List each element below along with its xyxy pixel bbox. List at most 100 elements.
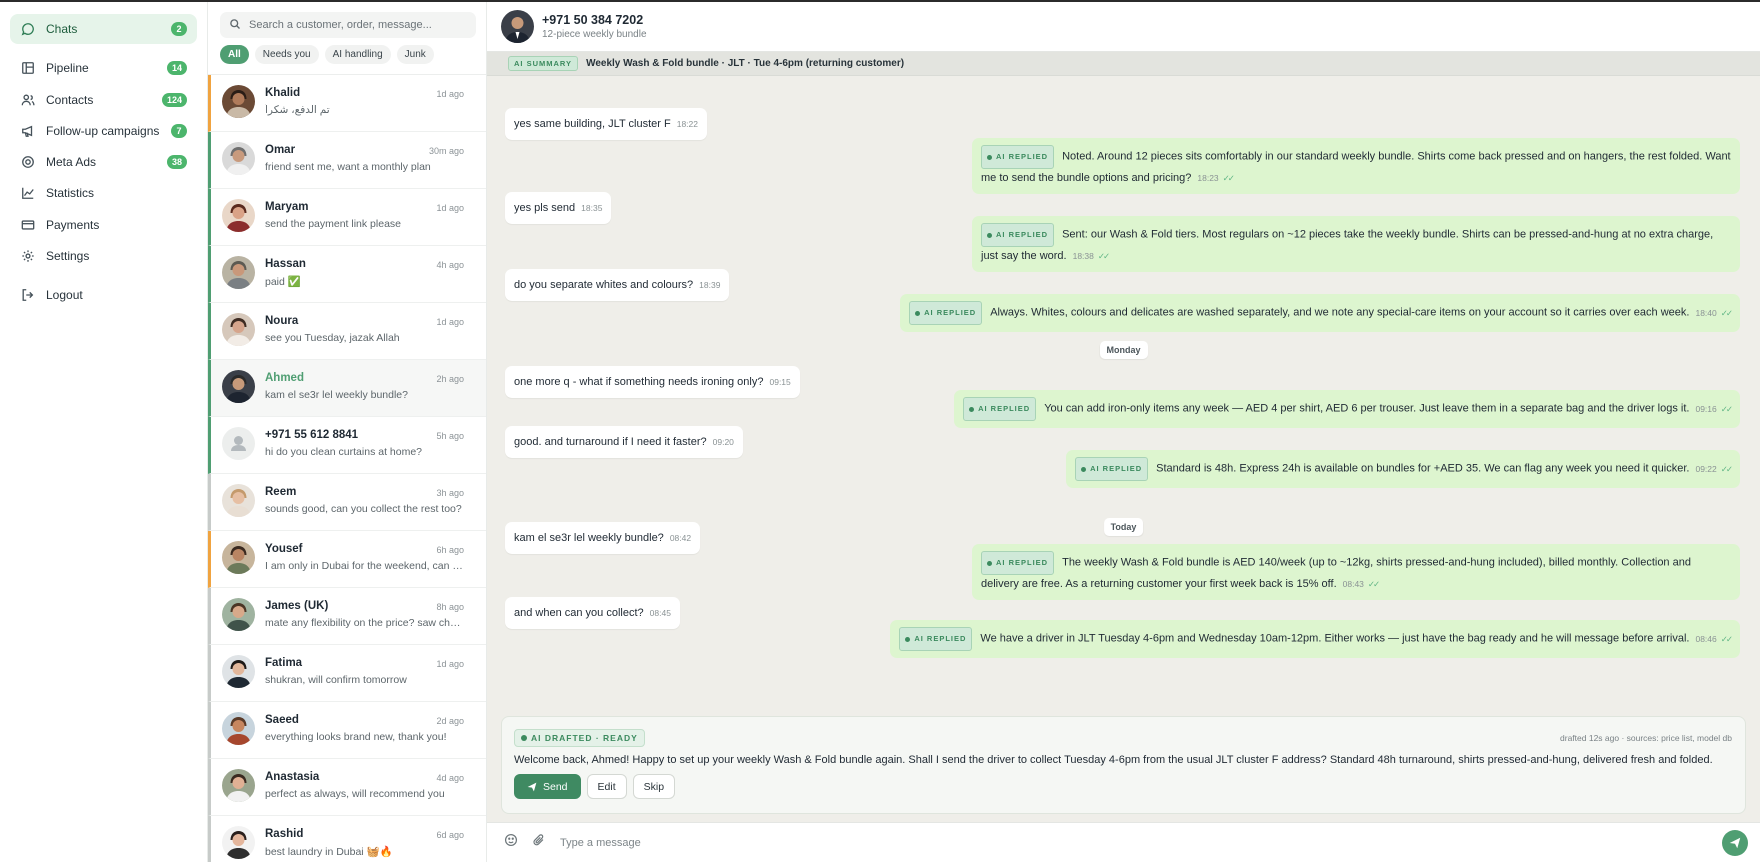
search-input[interactable]: Search a customer, order, message... <box>220 12 476 38</box>
message-time: 08:42 <box>669 533 692 543</box>
chat-list-item[interactable]: Rashid best laundry in Dubai 🧺🔥 6d ago <box>208 816 486 862</box>
filter-chip-junk[interactable]: Junk <box>396 45 434 64</box>
message-text: The weekly Wash & Fold bundle is AED 140… <box>981 556 1691 591</box>
sidebar-item-label: Chats <box>46 22 78 36</box>
ai-replied-label: AI REPLIED <box>996 558 1049 567</box>
avatar <box>222 598 255 631</box>
chat-list-item[interactable]: Yousef I am only in Dubai for the weekend… <box>208 531 486 588</box>
emoji-icon[interactable] <box>504 833 518 852</box>
ai-reply-message: AI REPLIED Always. Whites, colours and de… <box>900 294 1740 332</box>
ai-draft-actions: Send Edit Skip <box>514 774 1733 799</box>
chat-list-item[interactable]: Noura see you Tuesday, jazak Allah 1d ago <box>208 303 486 360</box>
chat-name: Rashid <box>265 828 304 840</box>
chat-list-item[interactable]: Ahmed kam el se3r lel weekly bundle? 2h ag… <box>208 360 486 417</box>
send-label: Send <box>543 780 568 793</box>
status-dot-icon <box>969 406 975 412</box>
chat-list-item[interactable]: Khalid تم الدفع، شكراً 1d ago <box>208 75 486 132</box>
chat-list-item[interactable]: +971 55 612 8841 hi do you clean curtains… <box>208 417 486 474</box>
chat-meta: Ahmed kam el se3r lel weekly bundle? <box>265 370 464 416</box>
chat-preview: sounds good, can you collect the rest to… <box>265 503 462 515</box>
chat-name: Maryam <box>265 201 309 213</box>
ai-draft-text: Welcome back, Ahmed! Happy to set up you… <box>514 754 1713 766</box>
edit-draft-button[interactable]: Edit <box>586 774 627 799</box>
chat-list-item[interactable]: Fatima shukran, will confirm tomorrow 1d a… <box>208 645 486 702</box>
chat-preview: تم الدفع، شكراً <box>265 104 330 116</box>
avatar <box>222 427 255 460</box>
chat-list-item[interactable]: Saeed everything looks brand new, thank y… <box>208 702 486 759</box>
target-icon <box>20 154 36 170</box>
ai-reply-message: AI REPLIED Noted. Around 12 pieces sits c… <box>972 138 1740 194</box>
chat-meta: Hassan paid ✅ <box>265 256 464 302</box>
filter-chip-needs-you[interactable]: Needs you <box>254 45 319 64</box>
double-check-icon: ✓✓ <box>1720 307 1733 318</box>
contact-subtitle: 12-piece weekly bundle <box>542 29 647 40</box>
skip-draft-button[interactable]: Skip <box>632 774 676 799</box>
send-draft-button[interactable]: Send <box>514 774 581 799</box>
ai-replied-label: AI REPLIED <box>1090 464 1143 473</box>
status-dot-icon <box>1081 466 1087 472</box>
attachment-icon[interactable] <box>532 833 546 852</box>
ai-replied-label: AI REPLIED <box>924 308 977 317</box>
double-check-icon: ✓✓ <box>1720 633 1733 644</box>
message-text: We have a driver in JLT Tuesday 4-6pm an… <box>980 632 1690 645</box>
sidebar-item-settings[interactable]: Settings <box>10 241 197 271</box>
chat-meta: Reem sounds good, can you collect the res… <box>265 484 464 530</box>
message-text: Standard is 48h. Express 24h is availabl… <box>1156 462 1690 475</box>
sidebar-item-label: Payments <box>46 217 100 232</box>
chat-list-item[interactable]: Reem sounds good, can you collect the res… <box>208 474 486 531</box>
message-time: 09:22 <box>1695 463 1717 474</box>
users-icon <box>20 92 36 108</box>
chat-name: Anastasia <box>265 771 320 783</box>
message-input[interactable]: Type a message <box>560 837 1722 849</box>
chat-meta: +971 55 612 8841 hi do you clean curtains… <box>265 427 464 473</box>
chat-preview: paid ✅ <box>265 276 301 288</box>
filter-chip-all[interactable]: All <box>220 45 249 64</box>
chat-name: +971 55 612 8841 <box>265 429 359 441</box>
chat-time: 5h ago <box>436 431 464 441</box>
search-icon <box>229 18 241 33</box>
avatar <box>222 541 255 574</box>
sidebar-item-statistics[interactable]: Statistics <box>10 178 197 208</box>
chat-list-item[interactable]: Omar friend sent me, want a monthly plan 3… <box>208 132 486 189</box>
conversation-panel: +971 50 384 7202 12-piece weekly bundle … <box>487 2 1760 862</box>
chat-preview: everything looks brand new, thank you! <box>265 731 447 743</box>
chat-name: Reem <box>265 486 297 498</box>
message-time: 18:40 <box>1695 307 1717 318</box>
contact-phone: +971 50 384 7202 <box>542 13 644 27</box>
sidebar-item-chats[interactable]: Chats 2 <box>10 14 197 44</box>
message-text: You can add iron-only items any week — A… <box>1044 402 1690 415</box>
filter-chips: All Needs you AI handling Junk <box>208 38 486 75</box>
message-text: good. and turnaround if I need it faster… <box>514 436 707 448</box>
logout-button[interactable]: Logout <box>10 280 197 310</box>
chat-list-item[interactable]: Maryam send the payment link please 1d ago <box>208 189 486 246</box>
chat-name: Yousef <box>265 543 303 555</box>
count-badge: 14 <box>166 61 187 76</box>
chat-time: 2d ago <box>436 716 464 726</box>
ai-replied-label: AI REPLIED <box>914 634 967 643</box>
message-time: 09:20 <box>712 437 734 447</box>
chat-list-item[interactable]: James (UK) mate any flexibility on the pr… <box>208 588 486 645</box>
sidebar-item-follow-up-campaigns[interactable]: Follow-up campaigns 7 <box>10 116 197 146</box>
chat-meta: Rashid best laundry in Dubai 🧺🔥 <box>265 826 464 862</box>
status-dot-icon <box>905 636 911 642</box>
send-message-button[interactable] <box>1722 829 1748 856</box>
avatar <box>222 484 255 517</box>
avatar[interactable] <box>501 10 534 43</box>
avatar <box>222 142 255 175</box>
sidebar-item-meta-ads[interactable]: Meta Ads 38 <box>10 147 197 177</box>
chat-time: 6d ago <box>436 830 464 840</box>
sidebar-item-contacts[interactable]: Contacts 124 <box>10 85 197 115</box>
ai-reply-message: AI REPLIED Standard is 48h. Express 24h i… <box>1066 450 1740 488</box>
filter-chip-ai-handling[interactable]: AI handling <box>324 45 391 64</box>
sidebar: Chats 2 Pipeline 14 Contacts 124 Follow-… <box>0 2 208 862</box>
chat-list-item[interactable]: Hassan paid ✅ 4h ago <box>208 246 486 303</box>
avatar <box>222 826 255 859</box>
sidebar-item-pipeline[interactable]: Pipeline 14 <box>10 53 197 83</box>
sidebar-item-payments[interactable]: Payments <box>10 210 197 240</box>
chat-preview: shukran, will confirm tomorrow <box>265 674 407 686</box>
ai-reply-message: AI REPLIED The weekly Wash & Fold bundle … <box>972 544 1740 600</box>
sidebar-item-label: Meta Ads <box>46 155 97 170</box>
chat-list-item[interactable]: Anastasia perfect as always, will recomme… <box>208 759 486 816</box>
ai-draft-tag: AI DRAFTED · READY <box>514 729 645 747</box>
message-time: 08:43 <box>1342 579 1364 589</box>
